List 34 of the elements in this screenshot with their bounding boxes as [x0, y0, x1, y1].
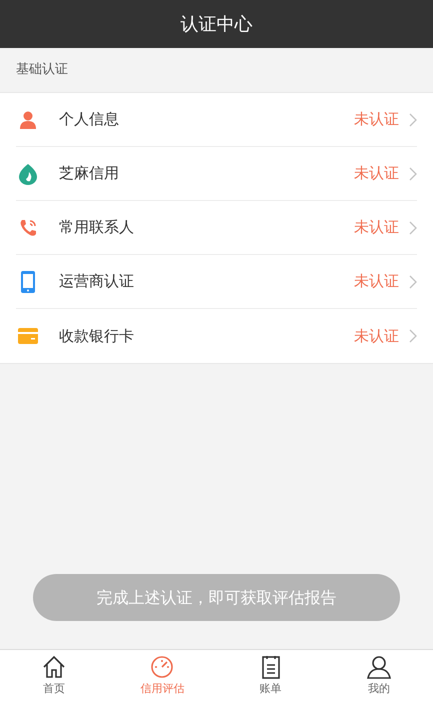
mobile-phone-icon — [21, 270, 35, 292]
gauge-icon — [150, 655, 174, 680]
tab[interactable]: 首页 — [0, 650, 108, 703]
page-title: 认证中心 — [180, 12, 252, 36]
item-label: 个人信息 — [59, 109, 119, 130]
status-text: 未认证 — [354, 271, 399, 292]
list-item[interactable]: 运营商认证 未认证 — [16, 255, 417, 309]
chevron-right-icon — [409, 220, 417, 234]
status-text: 未认证 — [354, 109, 399, 130]
item-label: 芝麻信用 — [59, 163, 119, 184]
list-item[interactable]: 个人信息 未认证 — [16, 93, 417, 147]
tab[interactable]: 我的 — [324, 650, 433, 703]
section-title: 基础认证 — [16, 61, 68, 80]
item-label: 运营商认证 — [59, 271, 134, 292]
user-icon — [366, 655, 391, 680]
item-label: 常用联系人 — [59, 217, 134, 238]
status-text: 未认证 — [354, 217, 399, 238]
person-icon — [19, 110, 37, 128]
home-icon — [42, 655, 66, 680]
chevron-right-icon — [409, 274, 417, 288]
status-text: 未认证 — [354, 163, 399, 184]
list-item[interactable]: 常用联系人 未认证 — [16, 201, 417, 255]
list-item[interactable]: 收款银行卡 未认证 — [16, 309, 417, 363]
document-icon — [260, 655, 281, 680]
chevron-right-icon — [409, 112, 417, 126]
status-text: 未认证 — [354, 326, 399, 347]
phone-icon — [19, 218, 37, 236]
chevron-right-icon — [409, 329, 417, 343]
drop-icon — [18, 162, 38, 184]
item-label: 收款银行卡 — [59, 326, 134, 347]
bank-card-icon — [18, 328, 38, 344]
list-item[interactable]: 芝麻信用 未认证 — [16, 147, 417, 201]
chevron-right-icon — [409, 166, 417, 180]
tab[interactable]: 账单 — [216, 650, 325, 703]
